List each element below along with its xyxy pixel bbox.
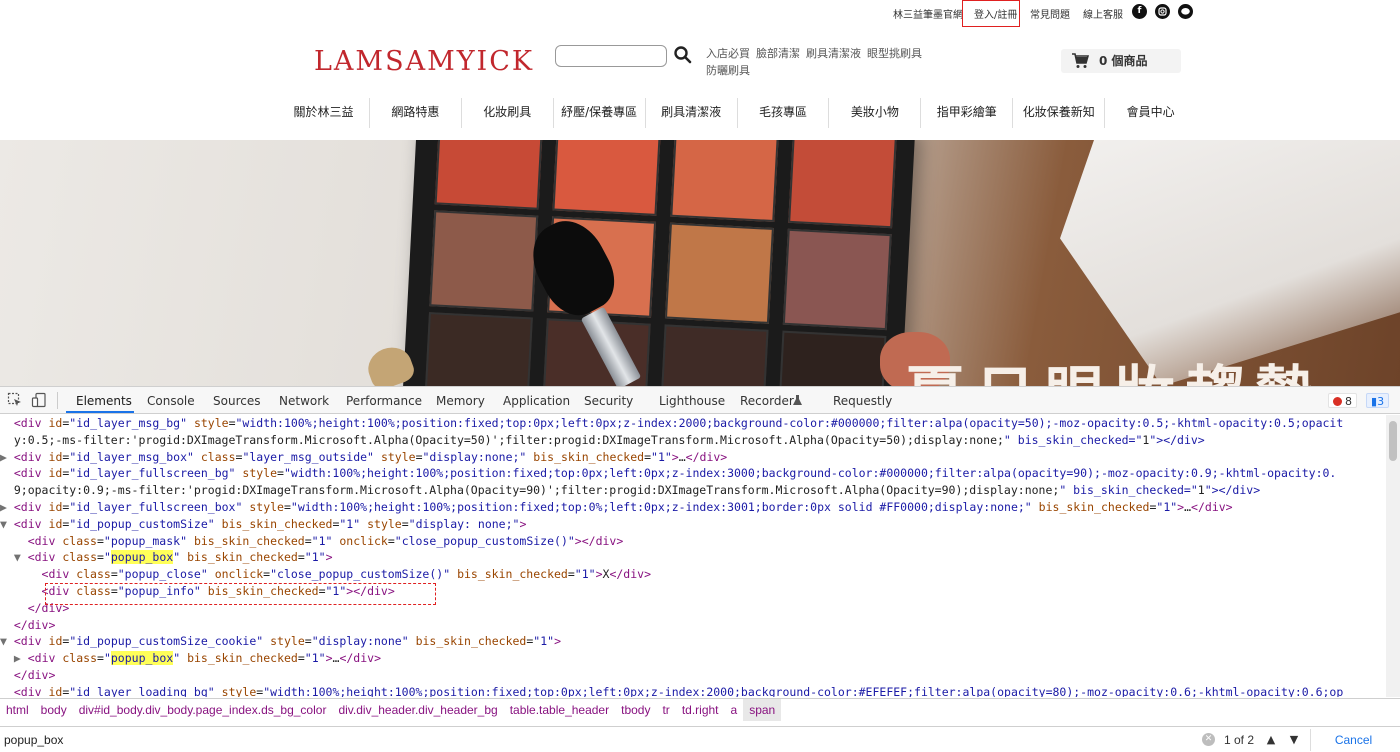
tab-requestly[interactable]: Requestly [833, 394, 892, 408]
nav-item[interactable]: 紓壓/保養專區 [554, 98, 646, 128]
nav-item[interactable]: 美妝小物 [829, 98, 922, 128]
website-viewport: 林三益筆墨官網 登入/註冊 常見問題 線上客服 f LAMSAMYICK 入店必… [0, 0, 1400, 386]
message-count-badge[interactable]: ▮3 [1366, 393, 1390, 408]
dom-breadcrumb: html body div#id_body.div_body.page_index.… [0, 698, 1400, 721]
nav-item[interactable]: 化妝刷具 [462, 98, 554, 128]
tab-security[interactable]: Security [584, 394, 633, 408]
dom-tree-line[interactable]: ▼ <div id="id_popup_customSize_cookie" s… [0, 633, 1386, 650]
dom-tree-line[interactable]: <div id="id_layer_msg_bg" style="width:1… [0, 415, 1386, 432]
quick-link[interactable]: 眼型挑刷具 [867, 45, 922, 62]
tab-lighthouse[interactable]: Lighthouse [659, 394, 725, 408]
error-count-badge[interactable]: 8 [1328, 393, 1357, 408]
cart-icon [1072, 53, 1089, 68]
site-search-input[interactable] [555, 45, 667, 67]
breadcrumb-item[interactable]: html [0, 699, 35, 721]
tab-sources[interactable]: Sources [213, 394, 260, 408]
facebook-icon[interactable]: f [1132, 4, 1147, 19]
match-count: 1 of 2 [1224, 733, 1255, 747]
dom-tree-scrollbar[interactable] [1386, 415, 1400, 697]
tab-recorder[interactable]: Recorder [740, 394, 794, 408]
faq-link[interactable]: 常見問題 [1030, 6, 1070, 21]
nav-item[interactable]: 毛孩專區 [738, 98, 830, 128]
nav-item[interactable]: 網路特惠 [370, 98, 462, 128]
error-icon [1333, 397, 1342, 406]
tab-console[interactable]: Console [147, 394, 195, 408]
instagram-icon[interactable] [1155, 4, 1170, 19]
brand-logo[interactable]: LAMSAMYICK [314, 46, 534, 77]
tab-memory[interactable]: Memory [436, 394, 485, 408]
eyeshadow-palette-image [398, 140, 916, 386]
nav-item[interactable]: 關於林三益 [278, 98, 370, 128]
quick-link[interactable]: 臉部清潔 [756, 45, 800, 62]
breadcrumb-item[interactable]: body [35, 699, 73, 721]
flask-icon [793, 395, 802, 405]
main-nav: 關於林三益 網路特惠 化妝刷具 紓壓/保養專區 刷具清潔液 毛孩專區 美妝小物 … [278, 98, 1196, 128]
dom-tree-line[interactable]: y:0.5;-ms-filter:'progid:DXImageTransfor… [0, 432, 1386, 449]
message-count: 3 [1377, 395, 1385, 408]
inspect-element-icon[interactable] [7, 392, 23, 408]
dom-tree-line[interactable]: ▼ <div id="id_popup_customSize" bis_skin… [0, 516, 1386, 533]
breadcrumb-item[interactable]: a [725, 699, 744, 721]
dom-tree-line[interactable]: ▶ <div id="id_layer_msg_box" class="laye… [0, 449, 1386, 466]
breadcrumb-item-current[interactable]: span [743, 699, 782, 721]
clear-search-icon[interactable]: ✕ [1202, 733, 1215, 746]
breadcrumb-item[interactable]: table.table_header [504, 699, 615, 721]
quick-link[interactable]: 防曬刷具 [706, 62, 750, 79]
device-toolbar-icon[interactable] [31, 392, 47, 408]
devtools-panel: Elements Console Sources Network Perform… [0, 386, 1400, 752]
dom-tree-line[interactable]: <div class="popup_close" onclick="close_… [0, 566, 1386, 583]
line-icon[interactable] [1178, 4, 1193, 19]
official-site-link[interactable]: 林三益筆墨官網 [893, 6, 963, 21]
tab-elements[interactable]: Elements [76, 394, 132, 408]
dom-tree-line[interactable]: </div> [0, 617, 1386, 634]
hero-banner[interactable]: 夏日眼妝趨勢 [0, 140, 1400, 386]
cart-count: 0 個商品 [1099, 54, 1148, 68]
active-tab-indicator [66, 411, 134, 413]
breadcrumb-item[interactable]: div.div_header.div_header_bg [332, 699, 503, 721]
dom-tree-line[interactable]: ▼ <div class="popup_box" bis_skin_checke… [0, 549, 1386, 566]
quick-links: 入店必買 臉部清潔 刷具清潔液 眼型挑刷具防曬刷具 [706, 45, 938, 79]
tab-network[interactable]: Network [279, 394, 329, 408]
popup-info-highlight-box [45, 583, 436, 605]
dom-tree-line[interactable]: 9;opacity:0.9;-ms-filter:'progid:DXImage… [0, 482, 1386, 499]
cancel-search-button[interactable]: Cancel [1310, 729, 1396, 751]
dom-tree-line[interactable]: ▶ <div class="popup_box" bis_skin_checke… [0, 650, 1386, 667]
find-bar: ✕ 1 of 2 ▲ ▼ Cancel [0, 726, 1400, 752]
login-highlight-box [962, 0, 1020, 27]
nav-item[interactable]: 指甲彩繪筆 [921, 98, 1014, 128]
quick-link[interactable]: 入店必買 [706, 45, 750, 62]
breadcrumb-item[interactable]: div#id_body.div_body.page_index.ds_bg_co… [73, 699, 333, 721]
find-input[interactable] [4, 730, 1194, 750]
hero-headline: 夏日眼妝趨勢 [905, 346, 1325, 386]
dom-tree-line[interactable]: <div id="id_layer_loading_bg" style="wid… [0, 684, 1386, 697]
dom-tree-line[interactable]: </div> [0, 667, 1386, 684]
top-links-bar: 林三益筆墨官網 登入/註冊 常見問題 線上客服 f [0, 0, 1400, 27]
devtools-tab-bar: Elements Console Sources Network Perform… [0, 387, 1400, 414]
breadcrumb-item[interactable]: tr [656, 699, 675, 721]
dom-tree-line[interactable]: <div id="id_layer_fullscreen_bg" style="… [0, 465, 1386, 482]
online-service-link[interactable]: 線上客服 [1083, 6, 1123, 21]
next-match-icon[interactable]: ▼ [1285, 731, 1303, 749]
breadcrumb-item[interactable]: tbody [615, 699, 656, 721]
search-icon[interactable] [673, 44, 693, 66]
nav-item[interactable]: 會員中心 [1105, 98, 1196, 128]
breadcrumb-item[interactable]: td.right [676, 699, 725, 721]
quick-link[interactable]: 刷具清潔液 [806, 45, 861, 62]
dom-tree-line[interactable]: ▶ <div id="id_layer_fullscreen_box" styl… [0, 499, 1386, 516]
elements-dom-tree[interactable]: <div id="id_layer_msg_bg" style="width:1… [0, 415, 1386, 697]
tab-performance[interactable]: Performance [346, 394, 422, 408]
previous-match-icon[interactable]: ▲ [1262, 731, 1280, 749]
nav-item[interactable]: 刷具清潔液 [646, 98, 738, 128]
cart-button[interactable]: 0 個商品 [1061, 49, 1181, 73]
dom-tree-line[interactable]: <div class="popup_mask" bis_skin_checked… [0, 533, 1386, 550]
error-count: 8 [1345, 395, 1352, 408]
tab-application[interactable]: Application [503, 394, 570, 408]
nav-item[interactable]: 化妝保養新知 [1013, 98, 1106, 128]
scrollbar-thumb[interactable] [1389, 421, 1397, 461]
